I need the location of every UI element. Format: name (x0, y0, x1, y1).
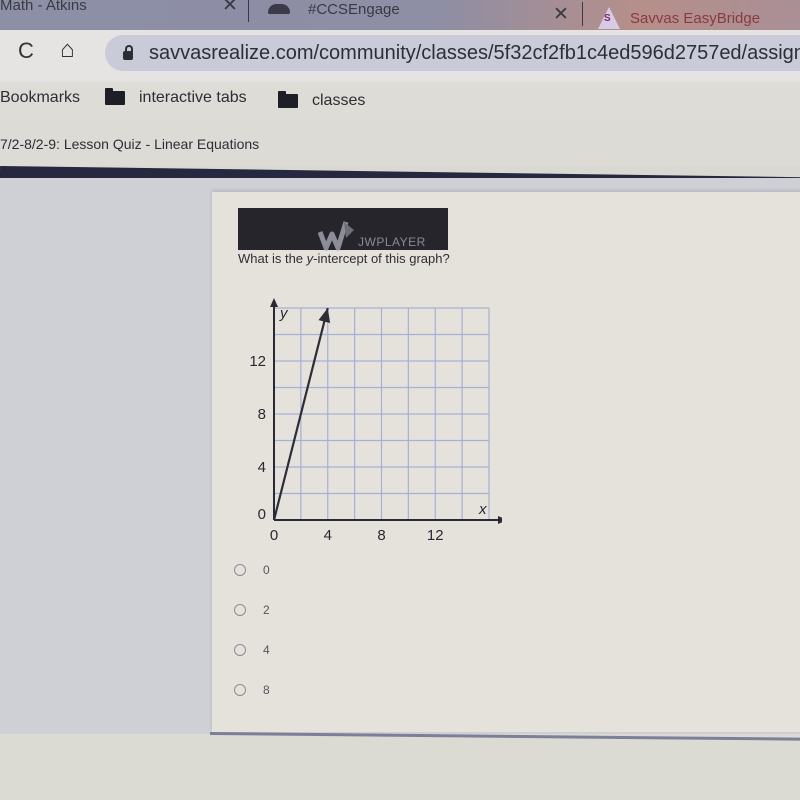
video-watermark: JWPLAYER (358, 235, 426, 249)
folder-icon (105, 88, 125, 105)
radio-button[interactable] (234, 644, 246, 656)
y-tick-label: 12 (249, 353, 266, 370)
bookmark-interactive-tabs[interactable]: interactive tabs (105, 88, 247, 107)
address-bar[interactable]: savvasrealize.com/community/classes/5f32… (105, 35, 800, 71)
y-tick-label: 0 (258, 506, 266, 523)
axes (270, 298, 502, 524)
url-text[interactable]: savvasrealize.com/community/classes/5f32… (149, 42, 800, 65)
tab-math-atkins[interactable]: Math - Atkins (0, 0, 87, 30)
line-graph: xy0 4 8 1204812 (249, 298, 502, 544)
home-icon[interactable]: ⌂ (60, 36, 75, 64)
radio-button[interactable] (234, 684, 246, 696)
bookmarks-label[interactable]: Bookmarks (0, 89, 80, 107)
tab-separator (582, 2, 583, 26)
question-text: What is the y-intercept of this graph? (238, 251, 450, 266)
breadcrumb: 7/2-8/2-9: Lesson Quiz - Linear Equation… (0, 136, 260, 152)
x-axis-arrow (498, 516, 502, 524)
radio-button[interactable] (234, 564, 246, 576)
option-label: 4 (263, 643, 270, 657)
y-tick-label: 8 (258, 406, 266, 423)
grid (273, 307, 490, 521)
series-arrowhead (318, 308, 331, 324)
bookmark-classes[interactable]: classes (278, 91, 365, 110)
y-axis-arrow (270, 298, 278, 307)
folder-icon (278, 91, 298, 108)
tab-savvas-easybridge[interactable]: S Savvas EasyBridge (598, 3, 760, 33)
video-player[interactable]: JWPLAYER (238, 208, 448, 251)
tab-ccsengage[interactable]: #CCSEngage (268, 0, 400, 24)
y-tick-label: 4 (258, 459, 266, 476)
breadcrumb-bar: 7/2-8/2-9: Lesson Quiz - Linear Equation… (0, 122, 800, 166)
tick-labels: xy0 4 8 1204812 (249, 305, 487, 544)
close-icon[interactable]: ✕ (222, 0, 238, 17)
tab-separator (248, 0, 249, 22)
option-label: 2 (263, 603, 270, 617)
cloud-icon (268, 4, 290, 14)
page-footer-area (0, 734, 800, 800)
lock-icon (123, 44, 133, 60)
x-tick-label: 4 (324, 527, 332, 544)
tab-title: #CCSEngage (308, 0, 400, 18)
reload-icon[interactable]: C (18, 38, 34, 64)
tab-title: Savvas EasyBridge (630, 9, 761, 27)
x-axis-label: x (478, 501, 487, 518)
radio-button[interactable] (234, 604, 246, 616)
option-label: 0 (263, 563, 270, 577)
answer-option-8[interactable]: 8 (234, 683, 270, 697)
answer-option-4[interactable]: 4 (234, 643, 270, 657)
bookmarks-bar: Bookmarks interactive tabs classes (0, 82, 800, 122)
savvas-logo-icon: S (598, 7, 620, 29)
tab-strip: Math - Atkins ✕ #CCSEngage ✕ S Savvas Ea… (0, 0, 800, 30)
jwplayer-logo-icon (318, 221, 354, 251)
x-tick-label: 8 (377, 527, 385, 544)
close-icon[interactable]: ✕ (553, 3, 569, 26)
x-tick-label: 0 (270, 527, 278, 544)
answer-option-0[interactable]: 0 (234, 563, 270, 577)
answer-option-2[interactable]: 2 (234, 603, 270, 617)
x-tick-label: 12 (427, 527, 444, 544)
option-label: 8 (263, 683, 270, 697)
tab-title: Math - Atkins (0, 0, 87, 14)
